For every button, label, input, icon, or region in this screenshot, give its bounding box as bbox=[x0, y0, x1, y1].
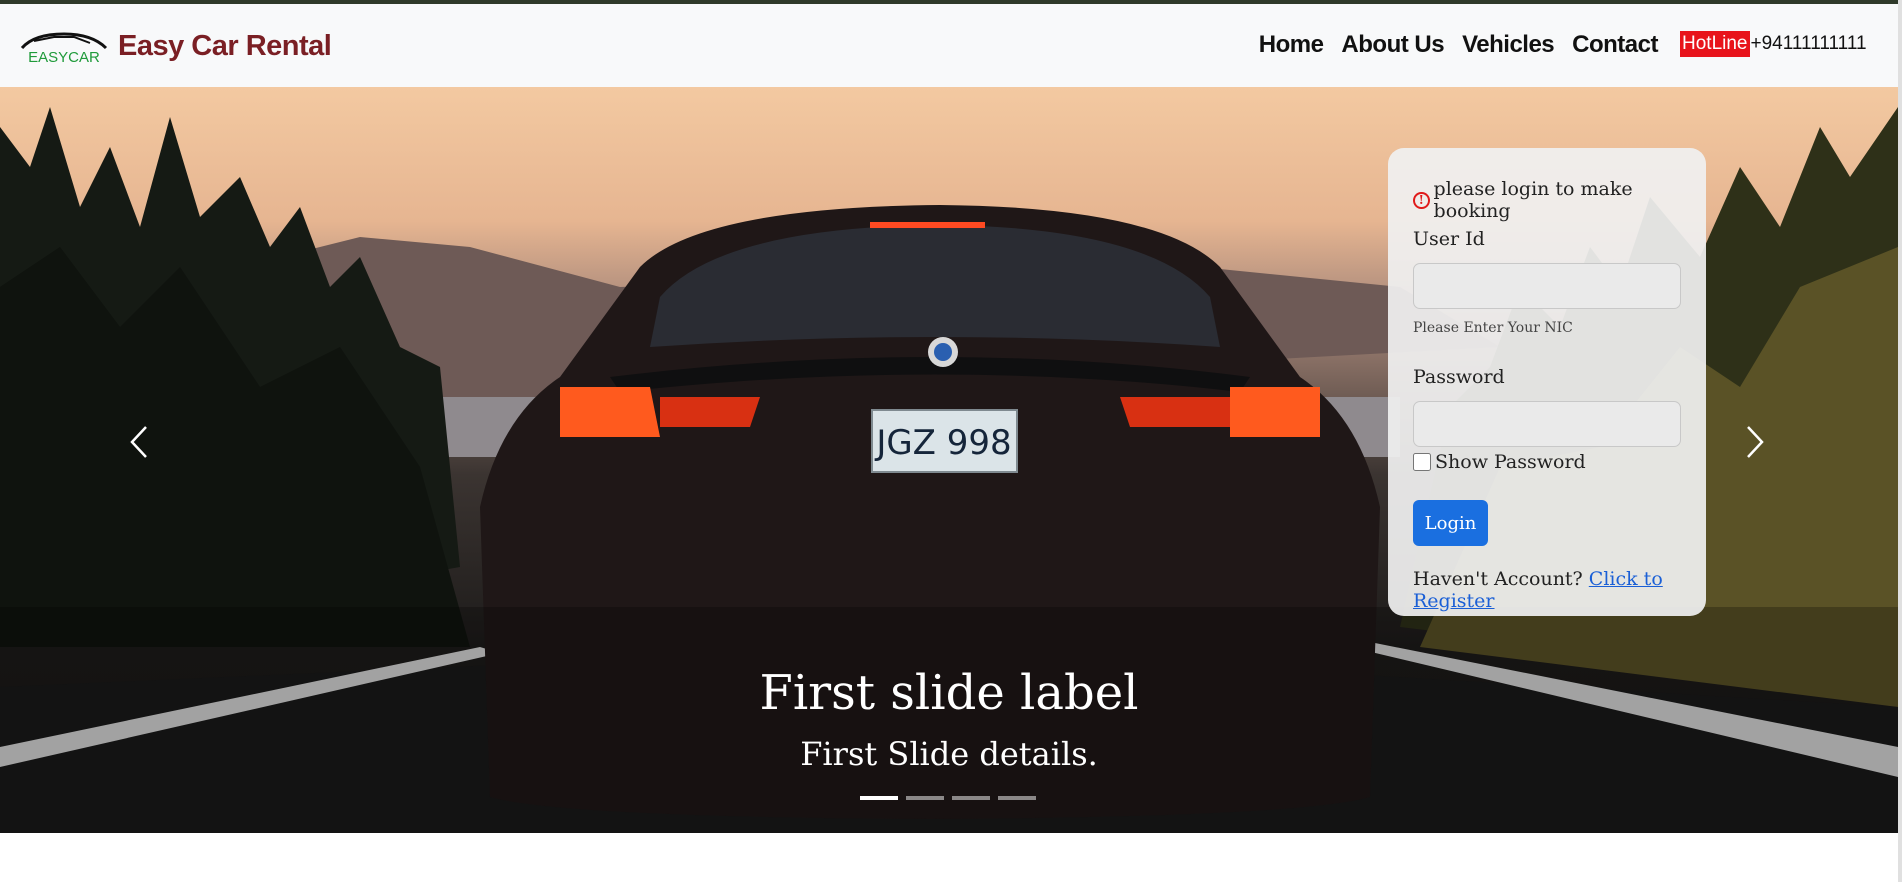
show-password-checkbox[interactable] bbox=[1413, 453, 1431, 471]
chevron-left-icon bbox=[130, 426, 147, 458]
register-prompt: Haven't Account? bbox=[1413, 568, 1583, 590]
login-notice-text: please login to make booking bbox=[1433, 178, 1633, 222]
nav-contact[interactable]: Contact bbox=[1572, 31, 1658, 59]
chevron-right-icon bbox=[1747, 426, 1764, 458]
show-password-toggle[interactable]: Show Password bbox=[1413, 451, 1586, 473]
userid-input[interactable] bbox=[1413, 263, 1681, 309]
register-line: Haven't Account? Click to Register bbox=[1413, 568, 1706, 612]
slide-caption-text: First Slide details. bbox=[800, 735, 1098, 773]
slide-caption-title: First slide label bbox=[759, 665, 1139, 721]
nav-links: Home About Us Vehicles Contact bbox=[1259, 31, 1659, 59]
car-logo-icon: EASYCAR bbox=[20, 32, 108, 66]
hotline-number: +94111111111 bbox=[1750, 33, 1867, 54]
hotline-badge: HotLine bbox=[1680, 31, 1750, 57]
show-password-label: Show Password bbox=[1435, 451, 1586, 473]
carousel-indicator-2[interactable] bbox=[906, 796, 944, 800]
logo[interactable]: EASYCAR bbox=[14, 28, 114, 66]
userid-hint: Please Enter Your NIC bbox=[1413, 320, 1573, 336]
brand-name[interactable]: Easy Car Rental bbox=[118, 30, 332, 63]
nav-about-us[interactable]: About Us bbox=[1341, 31, 1444, 59]
alert-icon: ! bbox=[1413, 191, 1430, 209]
carousel-indicator-4[interactable] bbox=[998, 796, 1036, 800]
page-scrollbar[interactable] bbox=[1898, 0, 1902, 882]
logo-text: EASYCAR bbox=[28, 49, 100, 66]
carousel-indicator-1[interactable] bbox=[860, 796, 898, 800]
license-plate-text: JGZ 998 bbox=[874, 423, 1011, 463]
password-input[interactable] bbox=[1413, 401, 1681, 447]
carousel-indicator-3[interactable] bbox=[952, 796, 990, 800]
login-card: ! please login to make booking User Id P… bbox=[1388, 148, 1706, 616]
carousel-next-button[interactable] bbox=[1734, 417, 1774, 467]
userid-label: User Id bbox=[1413, 228, 1485, 250]
carousel-prev-button[interactable] bbox=[120, 417, 160, 467]
hotline: HotLine +94111111111 bbox=[1680, 31, 1867, 57]
navbar: EASYCAR Easy Car Rental Home About Us Ve… bbox=[0, 4, 1898, 87]
nav-home[interactable]: Home bbox=[1259, 31, 1324, 59]
nav-vehicles[interactable]: Vehicles bbox=[1462, 31, 1555, 59]
login-button[interactable]: Login bbox=[1413, 500, 1488, 546]
password-label: Password bbox=[1413, 366, 1505, 388]
carousel-indicators bbox=[860, 796, 1036, 800]
login-notice: ! please login to make booking bbox=[1413, 178, 1706, 222]
